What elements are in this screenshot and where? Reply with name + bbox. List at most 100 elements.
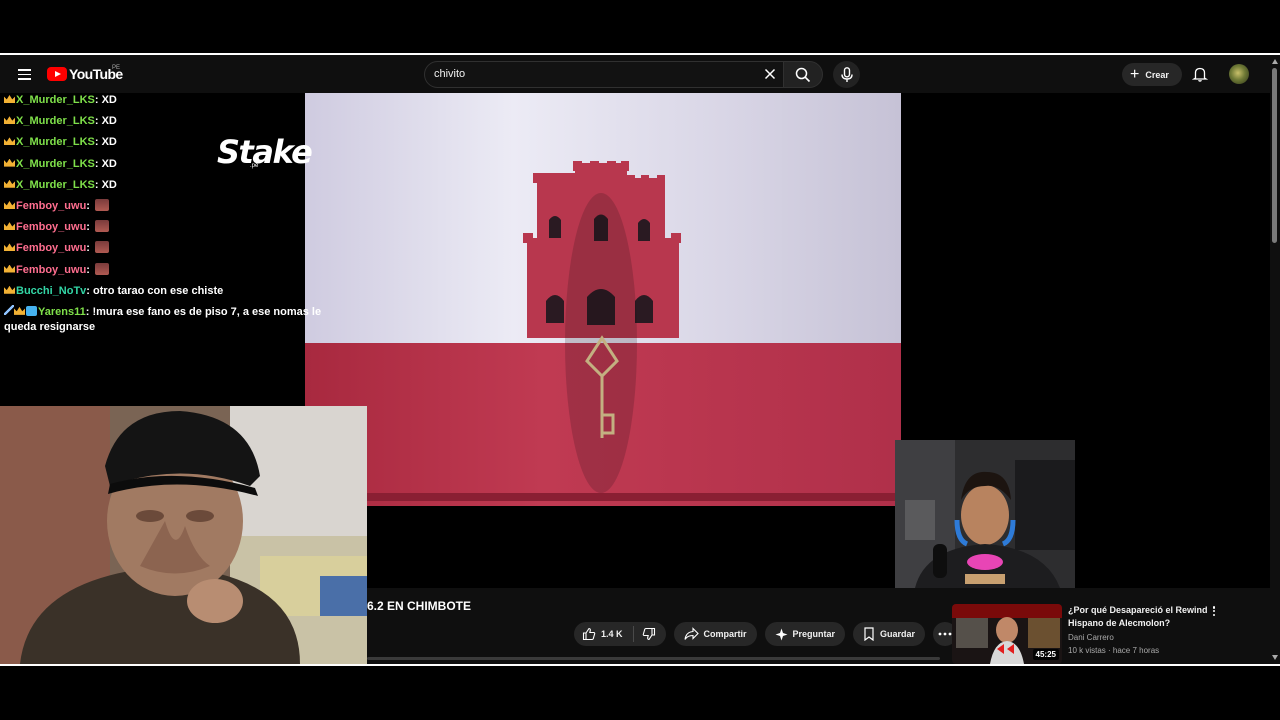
like-dislike-group: 1.4 K: [574, 622, 666, 646]
gibraltar-flag-video-frame: [305, 93, 901, 506]
chat-text: otro tarao con ese chiste: [93, 284, 224, 297]
search-button[interactable]: [783, 61, 823, 88]
menu-icon[interactable]: [14, 66, 34, 82]
share-icon: [683, 627, 699, 640]
chat-separator: :: [86, 199, 94, 212]
video-title: 6.2 EN CHIMBOTE: [367, 599, 472, 613]
crown-badge-icon: [4, 116, 15, 125]
crown-badge-icon: [14, 306, 25, 315]
account-avatar[interactable]: [1229, 64, 1249, 84]
like-count: 1.4 K: [601, 629, 623, 639]
streamer-webcam-right: [895, 440, 1075, 588]
chat-username: Femboy_uwu: [16, 221, 87, 234]
chat-username: X_Murder_LKS: [16, 157, 95, 170]
chat-username: Femboy_uwu: [16, 242, 87, 255]
chat-message: Femboy_uwu:: [4, 220, 324, 235]
scroll-down-arrow-icon[interactable]: [1272, 655, 1278, 660]
plus-icon: +: [1130, 65, 1140, 83]
chat-message: Femboy_uwu:: [4, 262, 324, 278]
chat-username: Femboy_uwu: [16, 263, 87, 276]
recommendation-title[interactable]: ¿Por qué Desapareció el Rewind Hispano d…: [1068, 604, 1208, 630]
chat-separator: :: [94, 178, 102, 191]
youtube-page: YouTube PE chivito + Crear Stake .pe X_M…: [0, 55, 1280, 664]
chat-separator: :: [86, 263, 94, 276]
chat-message: X_Murder_LKS: XD: [4, 93, 324, 108]
chat-emote-icon: [95, 241, 110, 254]
voice-search-button[interactable]: [833, 61, 860, 88]
chat-text: XD: [101, 178, 117, 191]
chat-emote-icon: [95, 198, 110, 211]
search-input[interactable]: chivito: [424, 61, 784, 88]
bottom-black-band: [0, 666, 1280, 720]
dislike-button[interactable]: [634, 627, 666, 641]
chat-username: X_Murder_LKS: [16, 178, 95, 191]
notifications-bell-icon[interactable]: [1192, 66, 1208, 82]
bookmark-icon: [864, 627, 874, 641]
crown-badge-icon: [4, 264, 15, 273]
chat-overlay: X_Murder_LKS: XD X_Murder_LKS: XD X_Murder…: [4, 93, 324, 341]
chat-emote-icon: [95, 262, 110, 275]
save-button[interactable]: Guardar: [853, 622, 926, 646]
crown-badge-icon: [4, 179, 15, 188]
chat-username: X_Murder_LKS: [16, 94, 95, 106]
crown-badge-icon: [4, 200, 15, 209]
ask-button[interactable]: Preguntar: [764, 622, 846, 646]
crown-badge-icon: [4, 95, 15, 103]
recommendation-menu-icon[interactable]: [1211, 605, 1217, 619]
chat-username: Bucchi_NoTv: [16, 284, 87, 297]
ask-label: Preguntar: [792, 629, 836, 639]
streamer-webcam-left: [0, 406, 367, 664]
top-black-band: [0, 0, 1280, 53]
video-duration: 45:25: [1032, 649, 1059, 660]
chat-username: X_Murder_LKS: [16, 115, 95, 128]
chat-username: Femboy_uwu: [16, 199, 87, 212]
chat-separator: :: [94, 157, 102, 170]
chat-message: Bucchi_NoTv: otro tarao con ese chiste: [4, 284, 324, 299]
chat-message: X_Murder_LKS: XD: [4, 135, 324, 150]
chat-message: Femboy_uwu:: [4, 198, 324, 214]
chat-message: X_Murder_LKS: XD: [4, 114, 324, 129]
crown-badge-icon: [4, 285, 15, 294]
chat-separator: :: [94, 115, 102, 128]
crown-badge-icon: [4, 243, 15, 252]
crown-badge-icon: [4, 137, 15, 146]
page-scrollbar[interactable]: [1270, 55, 1280, 664]
sword-badge-icon: [4, 304, 14, 315]
chat-text: XD: [101, 157, 117, 170]
youtube-play-icon: [47, 67, 67, 81]
like-button[interactable]: 1.4 K: [574, 626, 634, 642]
more-horizontal-icon: [938, 632, 952, 636]
chat-emote-icon: [95, 220, 110, 233]
create-label: Crear: [1145, 69, 1169, 80]
masthead: YouTube PE chivito + Crear: [0, 55, 1270, 93]
chat-message: Yarens11: !mura ese fano es de piso 7, a…: [4, 304, 324, 335]
video-actions: 1.4 K Compartir Preguntar Guardar: [574, 622, 965, 646]
chat-separator: :: [94, 136, 102, 149]
microphone-icon: [840, 66, 853, 82]
recommendation-channel[interactable]: Dani Carrero: [1068, 633, 1114, 642]
thumbs-down-icon: [642, 627, 655, 641]
save-label: Guardar: [880, 629, 916, 639]
subscriber-badge-icon: [26, 305, 37, 316]
crown-badge-icon: [4, 222, 15, 231]
search-icon: [795, 67, 811, 83]
chat-separator: :: [94, 94, 102, 106]
scroll-up-arrow-icon[interactable]: [1272, 59, 1278, 64]
share-button[interactable]: Compartir: [673, 622, 757, 646]
create-button[interactable]: + Crear: [1122, 63, 1182, 86]
country-code: PE: [112, 65, 121, 71]
chat-username: X_Murder_LKS: [16, 136, 95, 149]
search-query-text: chivito: [434, 68, 466, 80]
clear-search-icon[interactable]: [763, 67, 777, 81]
chat-username: Yarens11: [38, 305, 86, 318]
chat-message: X_Murder_LKS: XD: [4, 178, 324, 193]
description-box-edge: [367, 657, 940, 660]
recommendation-thumbnail[interactable]: 45:25: [952, 604, 1062, 664]
share-label: Compartir: [703, 629, 747, 639]
chat-text: XD: [101, 94, 117, 106]
scrollbar-thumb[interactable]: [1272, 68, 1277, 243]
chat-message: Femboy_uwu:: [4, 241, 324, 256]
chat-text: XD: [101, 115, 117, 128]
chat-message: X_Murder_LKS: XD: [4, 157, 324, 172]
sparkle-icon: [775, 628, 788, 640]
